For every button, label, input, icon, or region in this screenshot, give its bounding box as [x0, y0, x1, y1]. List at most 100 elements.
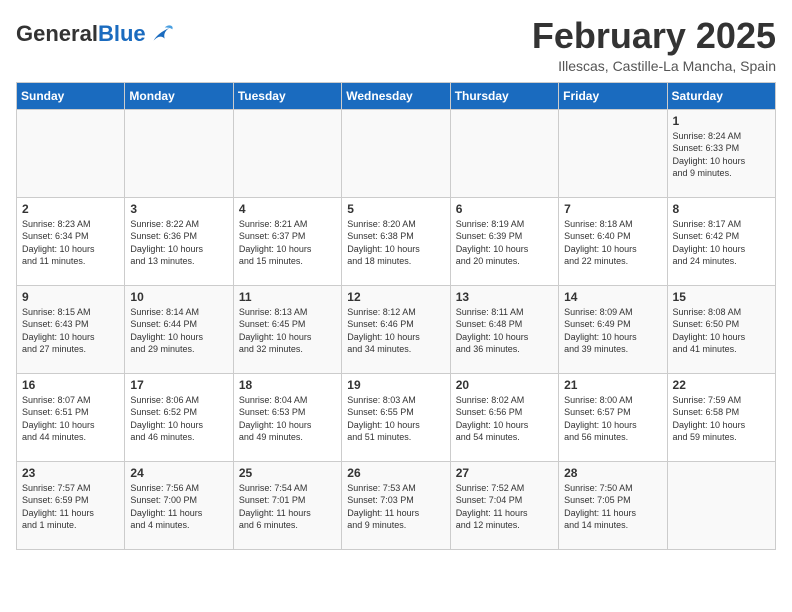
calendar-week-4: 23 Sunrise: 7:57 AM Sunset: 6:59 PM Dayli… — [17, 461, 776, 549]
day-number: 13 — [456, 290, 553, 304]
calendar-cell: 11 Sunrise: 8:13 AM Sunset: 6:45 PM Dayli… — [233, 285, 341, 373]
calendar-cell: 4Sunrise: 8:21 AM Sunset: 6:37 PM Daylig… — [233, 197, 341, 285]
calendar-cell: 20 Sunrise: 8:02 AM Sunset: 6:56 PM Dayli… — [450, 373, 558, 461]
day-number: 11 — [239, 290, 336, 304]
calendar-week-0: 1 Sunrise: 8:24 AM Sunset: 6:33 PM Daylig… — [17, 109, 776, 197]
day-info: Sunrise: 7:53 AM Sunset: 7:03 PM Dayligh… — [347, 482, 444, 532]
calendar-body: 1 Sunrise: 8:24 AM Sunset: 6:33 PM Daylig… — [17, 109, 776, 549]
day-info: Sunrise: 8:09 AM Sunset: 6:49 PM Dayligh… — [564, 306, 661, 356]
day-info: Sunrise: 8:22 AM Sunset: 6:36 PM Dayligh… — [130, 218, 227, 268]
day-number: 23 — [22, 466, 119, 480]
weekday-header-row: SundayMondayTuesdayWednesdayThursdayFrid… — [17, 82, 776, 109]
calendar-cell: 2 Sunrise: 8:23 AM Sunset: 6:34 PM Daylig… — [17, 197, 125, 285]
logo-general-text: General — [16, 21, 98, 46]
calendar-cell — [559, 109, 667, 197]
title-block: February 2025 Illescas, Castille-La Manc… — [532, 16, 776, 74]
calendar-cell: 3 Sunrise: 8:22 AM Sunset: 6:36 PM Daylig… — [125, 197, 233, 285]
day-info: Sunrise: 8:23 AM Sunset: 6:34 PM Dayligh… — [22, 218, 119, 268]
day-number: 15 — [673, 290, 770, 304]
day-number: 14 — [564, 290, 661, 304]
weekday-sunday: Sunday — [17, 82, 125, 109]
calendar-cell: 8Sunrise: 8:17 AM Sunset: 6:42 PM Daylig… — [667, 197, 775, 285]
day-info: Sunrise: 8:11 AM Sunset: 6:48 PM Dayligh… — [456, 306, 553, 356]
day-number: 7 — [564, 202, 661, 216]
day-number: 25 — [239, 466, 336, 480]
day-number: 2 — [22, 202, 119, 216]
day-info: Sunrise: 8:24 AM Sunset: 6:33 PM Dayligh… — [673, 130, 770, 180]
calendar-cell: 1 Sunrise: 8:24 AM Sunset: 6:33 PM Daylig… — [667, 109, 775, 197]
calendar-cell: 24Sunrise: 7:56 AM Sunset: 7:00 PM Dayli… — [125, 461, 233, 549]
calendar-subtitle: Illescas, Castille-La Mancha, Spain — [532, 58, 776, 74]
day-number: 21 — [564, 378, 661, 392]
calendar-cell: 25 Sunrise: 7:54 AM Sunset: 7:01 PM Dayli… — [233, 461, 341, 549]
day-info: Sunrise: 8:14 AM Sunset: 6:44 PM Dayligh… — [130, 306, 227, 356]
day-info: Sunrise: 7:50 AM Sunset: 7:05 PM Dayligh… — [564, 482, 661, 532]
day-number: 17 — [130, 378, 227, 392]
calendar-week-3: 16Sunrise: 8:07 AM Sunset: 6:51 PM Dayli… — [17, 373, 776, 461]
day-number: 26 — [347, 466, 444, 480]
weekday-friday: Friday — [559, 82, 667, 109]
calendar-cell: 14 Sunrise: 8:09 AM Sunset: 6:49 PM Dayli… — [559, 285, 667, 373]
day-info: Sunrise: 7:52 AM Sunset: 7:04 PM Dayligh… — [456, 482, 553, 532]
day-info: Sunrise: 8:19 AM Sunset: 6:39 PM Dayligh… — [456, 218, 553, 268]
calendar-cell: 6Sunrise: 8:19 AM Sunset: 6:39 PM Daylig… — [450, 197, 558, 285]
calendar-cell: 22 Sunrise: 7:59 AM Sunset: 6:58 PM Dayli… — [667, 373, 775, 461]
calendar-cell: 16Sunrise: 8:07 AM Sunset: 6:51 PM Dayli… — [17, 373, 125, 461]
day-number: 10 — [130, 290, 227, 304]
weekday-monday: Monday — [125, 82, 233, 109]
weekday-wednesday: Wednesday — [342, 82, 450, 109]
day-info: Sunrise: 7:54 AM Sunset: 7:01 PM Dayligh… — [239, 482, 336, 532]
calendar-cell: 9 Sunrise: 8:15 AM Sunset: 6:43 PM Daylig… — [17, 285, 125, 373]
calendar-cell — [17, 109, 125, 197]
day-number: 1 — [673, 114, 770, 128]
page-header: GeneralBlue February 2025 Illescas, Cast… — [16, 16, 776, 74]
calendar-cell: 27 Sunrise: 7:52 AM Sunset: 7:04 PM Dayli… — [450, 461, 558, 549]
calendar-week-2: 9 Sunrise: 8:15 AM Sunset: 6:43 PM Daylig… — [17, 285, 776, 373]
calendar-table: SundayMondayTuesdayWednesdayThursdayFrid… — [16, 82, 776, 550]
day-info: Sunrise: 8:04 AM Sunset: 6:53 PM Dayligh… — [239, 394, 336, 444]
calendar-cell — [125, 109, 233, 197]
day-number: 5 — [347, 202, 444, 216]
day-number: 19 — [347, 378, 444, 392]
day-number: 9 — [22, 290, 119, 304]
logo: GeneralBlue — [16, 20, 176, 48]
calendar-cell: 21 Sunrise: 8:00 AM Sunset: 6:57 PM Dayli… — [559, 373, 667, 461]
day-info: Sunrise: 8:08 AM Sunset: 6:50 PM Dayligh… — [673, 306, 770, 356]
calendar-cell: 7 Sunrise: 8:18 AM Sunset: 6:40 PM Daylig… — [559, 197, 667, 285]
calendar-cell: 12Sunrise: 8:12 AM Sunset: 6:46 PM Dayli… — [342, 285, 450, 373]
calendar-header: SundayMondayTuesdayWednesdayThursdayFrid… — [17, 82, 776, 109]
day-number: 27 — [456, 466, 553, 480]
day-info: Sunrise: 8:00 AM Sunset: 6:57 PM Dayligh… — [564, 394, 661, 444]
day-info: Sunrise: 8:20 AM Sunset: 6:38 PM Dayligh… — [347, 218, 444, 268]
day-info: Sunrise: 7:59 AM Sunset: 6:58 PM Dayligh… — [673, 394, 770, 444]
logo-bird-icon — [148, 20, 176, 48]
day-info: Sunrise: 7:56 AM Sunset: 7:00 PM Dayligh… — [130, 482, 227, 532]
day-info: Sunrise: 8:18 AM Sunset: 6:40 PM Dayligh… — [564, 218, 661, 268]
calendar-cell: 26 Sunrise: 7:53 AM Sunset: 7:03 PM Dayli… — [342, 461, 450, 549]
calendar-cell — [450, 109, 558, 197]
weekday-saturday: Saturday — [667, 82, 775, 109]
logo-blue-text: Blue — [98, 21, 146, 46]
day-info: Sunrise: 8:06 AM Sunset: 6:52 PM Dayligh… — [130, 394, 227, 444]
calendar-week-1: 2 Sunrise: 8:23 AM Sunset: 6:34 PM Daylig… — [17, 197, 776, 285]
day-number: 20 — [456, 378, 553, 392]
calendar-cell: 19 Sunrise: 8:03 AM Sunset: 6:55 PM Dayli… — [342, 373, 450, 461]
day-info: Sunrise: 8:12 AM Sunset: 6:46 PM Dayligh… — [347, 306, 444, 356]
calendar-title: February 2025 — [532, 16, 776, 56]
day-number: 22 — [673, 378, 770, 392]
weekday-tuesday: Tuesday — [233, 82, 341, 109]
day-info: Sunrise: 8:03 AM Sunset: 6:55 PM Dayligh… — [347, 394, 444, 444]
day-number: 3 — [130, 202, 227, 216]
weekday-thursday: Thursday — [450, 82, 558, 109]
calendar-cell: 18 Sunrise: 8:04 AM Sunset: 6:53 PM Dayli… — [233, 373, 341, 461]
day-info: Sunrise: 7:57 AM Sunset: 6:59 PM Dayligh… — [22, 482, 119, 532]
day-info: Sunrise: 8:13 AM Sunset: 6:45 PM Dayligh… — [239, 306, 336, 356]
day-info: Sunrise: 8:02 AM Sunset: 6:56 PM Dayligh… — [456, 394, 553, 444]
calendar-cell: 5 Sunrise: 8:20 AM Sunset: 6:38 PM Daylig… — [342, 197, 450, 285]
calendar-cell: 10 Sunrise: 8:14 AM Sunset: 6:44 PM Dayli… — [125, 285, 233, 373]
day-info: Sunrise: 8:07 AM Sunset: 6:51 PM Dayligh… — [22, 394, 119, 444]
day-info: Sunrise: 8:15 AM Sunset: 6:43 PM Dayligh… — [22, 306, 119, 356]
calendar-cell: 28Sunrise: 7:50 AM Sunset: 7:05 PM Dayli… — [559, 461, 667, 549]
day-number: 18 — [239, 378, 336, 392]
calendar-cell — [342, 109, 450, 197]
